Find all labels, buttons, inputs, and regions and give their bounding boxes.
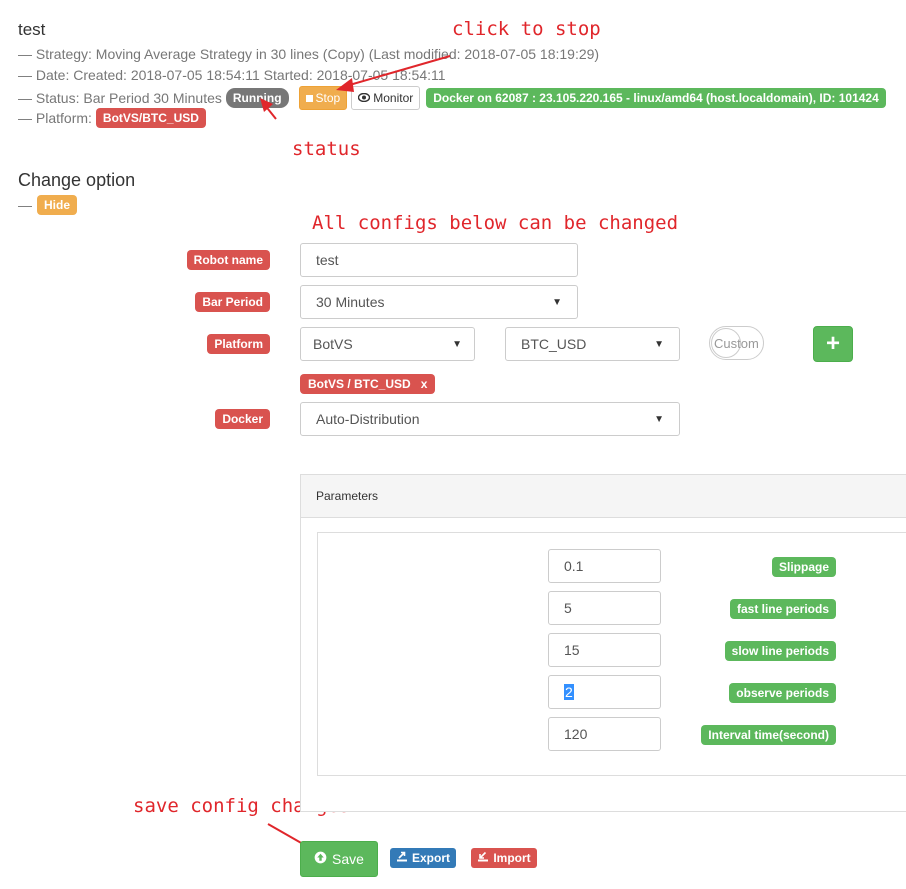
platform-pair-select[interactable]: BTC_USD ▼ <box>505 327 680 361</box>
parameters-panel: Parameters Slippage 0.1 fast line period… <box>300 474 906 812</box>
parameters-title: Parameters <box>316 489 379 503</box>
param-label-interval: Interval time(second) <box>701 725 836 745</box>
hide-row: — Hide <box>18 195 78 215</box>
hide-dash: — <box>18 197 32 213</box>
param-value-fast-line: 5 <box>564 600 572 616</box>
arrow-to-status <box>260 98 277 120</box>
platform-pair-value: BTC_USD <box>521 336 587 352</box>
bar-period-value: 30 Minutes <box>316 294 385 310</box>
save-button[interactable]: Save <box>300 841 378 877</box>
custom-label: Custom <box>714 335 759 351</box>
caret-down-icon: ▼ <box>452 338 462 350</box>
docker-value: Auto-Distribution <box>316 411 420 427</box>
param-label-observe: observe periods <box>729 683 836 703</box>
selected-platform-tag: BotVS / BTC_USD x <box>300 374 436 394</box>
save-label: Save <box>332 851 364 867</box>
add-platform-button[interactable]: + <box>813 326 853 362</box>
param-input-slippage[interactable]: 0.1 <box>548 549 661 583</box>
export-button[interactable]: Export <box>390 848 456 868</box>
param-input-fast-line[interactable]: 5 <box>548 591 661 625</box>
param-input-interval[interactable]: 120 <box>548 717 661 751</box>
change-option-title: Change option <box>18 170 136 190</box>
parameters-body: Slippage 0.1 fast line periods 5 slow li… <box>317 532 906 776</box>
robot-name-input[interactable]: test <box>300 243 578 277</box>
chevron-down-icon: ▼ <box>552 296 562 308</box>
plus-icon: + <box>825 330 840 357</box>
arrow-to-stop <box>336 55 451 92</box>
param-label-fast-line: fast line periods <box>729 599 836 619</box>
parameters-header: Parameters <box>301 475 906 518</box>
export-icon <box>396 851 408 865</box>
hide-button[interactable]: Hide <box>37 195 78 215</box>
custom-toggle[interactable]: Custom <box>709 326 764 360</box>
upload-icon <box>314 851 327 867</box>
remove-tag-button[interactable]: x <box>421 377 428 391</box>
platform-exchange-select[interactable]: BotVS ▼ <box>300 327 475 361</box>
export-label: Export <box>411 851 450 865</box>
robot-name-value: test <box>316 252 339 268</box>
docker-label: Docker <box>215 409 270 429</box>
chevron-down-icon: ▼ <box>654 338 664 350</box>
import-icon <box>477 851 489 865</box>
param-value-observe: 2 <box>564 684 574 700</box>
docker-select[interactable]: Auto-Distribution ▼ <box>300 402 680 436</box>
import-button[interactable]: Import <box>471 848 537 868</box>
param-value-interval: 120 <box>564 726 588 742</box>
platform-exchange-value: BotVS <box>313 336 353 352</box>
robot-config-page: { "robot": { "name": "test", "strategy_l… <box>0 0 906 889</box>
bar-period-label: Bar Period <box>195 292 270 312</box>
chevron-down-icon: ▼ <box>654 413 664 425</box>
selected-platform-text: BotVS / BTC_USD <box>308 377 411 391</box>
robot-name-label: Robot name <box>186 250 270 270</box>
param-value-slow-line: 15 <box>564 642 580 658</box>
import-label: Import <box>493 851 531 865</box>
param-input-observe[interactable]: 2 <box>548 675 661 709</box>
platform-label: Platform <box>207 334 270 354</box>
param-value-slippage: 0.1 <box>564 558 584 574</box>
param-label-slow-line: slow line periods <box>724 641 836 661</box>
bar-period-select[interactable]: 30 Minutes ▼ <box>300 285 578 319</box>
param-input-slow-line[interactable]: 15 <box>548 633 661 667</box>
param-label-slippage: Slippage <box>771 557 836 577</box>
